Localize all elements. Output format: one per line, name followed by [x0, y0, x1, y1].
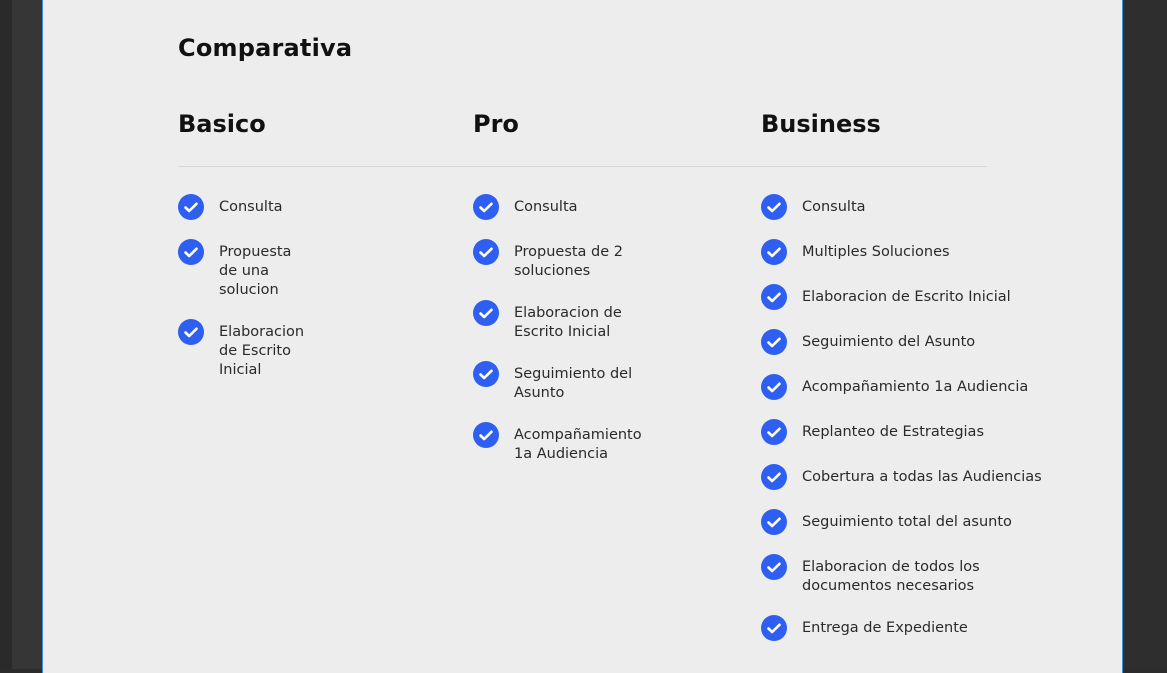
- feature-label: Propuesta de una solucion: [219, 244, 292, 298]
- comparison-frame[interactable]: Comparativa Basico Consulta Propuesta de…: [42, 0, 1123, 673]
- feature-list: Consulta Propuesta de una solucion Elabo…: [178, 194, 304, 399]
- list-item: Seguimiento del Asunto: [761, 329, 1061, 355]
- feature-label: Elaboracion de Escrito Inicial: [514, 305, 622, 340]
- list-item: Entrega de Expediente: [761, 615, 1061, 641]
- check-circle-icon: [178, 194, 204, 220]
- list-item: Consulta: [473, 194, 642, 220]
- feature-label: Consulta: [802, 199, 866, 215]
- check-circle-icon: [761, 509, 787, 535]
- comparison-section: Comparativa Basico Consulta Propuesta de…: [178, 0, 1098, 669]
- check-circle-icon: [178, 319, 204, 345]
- canvas-gutter-right: [1123, 0, 1167, 669]
- feature-label: Cobertura a todas las Audiencias: [802, 469, 1042, 485]
- list-item: Elaboracion de Escrito Inicial: [473, 300, 642, 342]
- feature-list: Consulta Propuesta de 2 soluciones Elabo…: [473, 194, 642, 483]
- feature-label: Elaboracion de Escrito Inicial: [802, 289, 1011, 305]
- list-item: Elaboracion de todos los documentos nece…: [761, 554, 1061, 596]
- feature-label: Seguimiento del Asunto: [514, 366, 633, 401]
- feature-label: Seguimiento total del asunto: [802, 514, 1012, 530]
- check-circle-icon: [761, 329, 787, 355]
- feature-label: Replanteo de Estrategias: [802, 424, 985, 440]
- list-item: Elaboracion de Escrito Inicial: [178, 319, 304, 380]
- outer-dark-edge-left: [0, 0, 12, 669]
- list-item: Seguimiento del Asunto: [473, 361, 642, 403]
- check-circle-icon: [473, 361, 499, 387]
- list-item: Consulta: [178, 194, 304, 220]
- page-title: Comparativa: [178, 34, 353, 62]
- list-item: Seguimiento total del asunto: [761, 509, 1061, 535]
- list-item: Cobertura a todas las Audiencias: [761, 464, 1061, 490]
- canvas-gutter-left: [12, 0, 42, 669]
- list-item: Elaboracion de Escrito Inicial: [761, 284, 1061, 310]
- check-circle-icon: [761, 615, 787, 641]
- check-circle-icon: [761, 374, 787, 400]
- header-divider: [178, 166, 987, 167]
- feature-label: Elaboracion de Escrito Inicial: [219, 324, 305, 378]
- check-circle-icon: [178, 239, 204, 265]
- check-circle-icon: [473, 239, 499, 265]
- list-item: Propuesta de 2 soluciones: [473, 239, 642, 281]
- list-item: Multiples Soluciones: [761, 239, 1061, 265]
- list-item: Acompañamiento 1a Audiencia: [473, 422, 642, 464]
- feature-label: Multiples Soluciones: [802, 244, 950, 260]
- list-item: Consulta: [761, 194, 1061, 220]
- check-circle-icon: [761, 464, 787, 490]
- feature-list: Consulta Multiples Soluciones Elaboracio…: [761, 194, 1061, 660]
- check-circle-icon: [473, 194, 499, 220]
- check-circle-icon: [761, 284, 787, 310]
- check-circle-icon: [761, 419, 787, 445]
- plan-name: Pro: [473, 110, 519, 138]
- check-circle-icon: [761, 239, 787, 265]
- plan-name: Basico: [178, 110, 266, 138]
- plan-name: Business: [761, 110, 881, 138]
- feature-label: Consulta: [514, 199, 578, 215]
- check-circle-icon: [473, 422, 499, 448]
- list-item: Propuesta de una solucion: [178, 239, 304, 300]
- check-circle-icon: [761, 554, 787, 580]
- check-circle-icon: [473, 300, 499, 326]
- feature-label: Propuesta de 2 soluciones: [514, 244, 624, 279]
- feature-label: Seguimiento del Asunto: [802, 334, 976, 350]
- list-item: Replanteo de Estrategias: [761, 419, 1061, 445]
- feature-label: Elaboracion de todos los documentos nece…: [802, 559, 980, 594]
- feature-label: Acompañamiento 1a Audiencia: [802, 379, 1029, 395]
- list-item: Acompañamiento 1a Audiencia: [761, 374, 1061, 400]
- feature-label: Consulta: [219, 199, 283, 215]
- feature-label: Acompañamiento 1a Audiencia: [514, 427, 642, 462]
- check-circle-icon: [761, 194, 787, 220]
- feature-label: Entrega de Expediente: [802, 620, 968, 636]
